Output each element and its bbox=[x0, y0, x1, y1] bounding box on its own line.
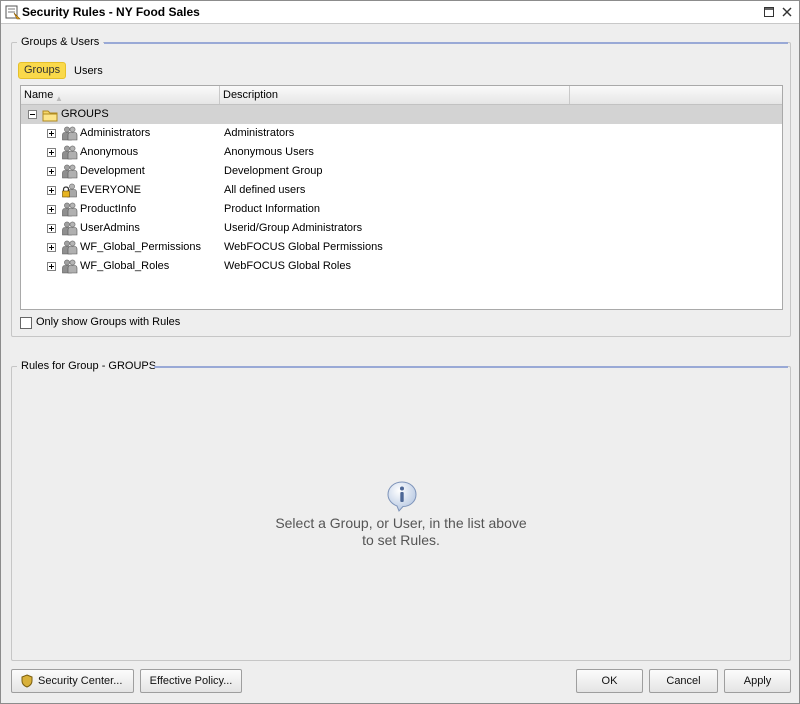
column-description-label: Description bbox=[223, 89, 279, 101]
expand-icon[interactable] bbox=[47, 224, 56, 233]
only-groups-with-rules-label: Only show Groups with Rules bbox=[36, 316, 181, 328]
info-icon bbox=[387, 481, 417, 512]
group-icon bbox=[61, 144, 78, 161]
tree-row-group[interactable]: Anonymous Anonymous Users bbox=[21, 143, 782, 162]
group-description: Administrators bbox=[224, 127, 295, 139]
column-header-extra[interactable] bbox=[570, 86, 781, 104]
effective-policy-button[interactable]: Effective Policy... bbox=[140, 669, 242, 693]
rules-panel: Rules for Group - GROUPS Select a Group,… bbox=[11, 359, 791, 661]
collapse-icon[interactable] bbox=[28, 110, 37, 119]
maximize-icon[interactable] bbox=[763, 6, 775, 18]
tree-row-group[interactable]: Development Development Group bbox=[21, 162, 782, 181]
expand-icon[interactable] bbox=[47, 129, 56, 138]
panel-header-line bbox=[154, 366, 788, 368]
expand-icon[interactable] bbox=[47, 243, 56, 252]
group-name: Anonymous bbox=[80, 146, 139, 158]
info-message-line-2: to set Rules. bbox=[362, 532, 440, 548]
group-description: Product Information bbox=[224, 203, 320, 215]
security-center-label: Security Center... bbox=[38, 675, 123, 687]
locked-group-icon bbox=[61, 182, 78, 199]
group-icon bbox=[61, 258, 78, 275]
group-description: Development Group bbox=[224, 165, 323, 177]
tree-row-group[interactable]: WF_Global_Permissions WebFOCUS Global Per… bbox=[21, 238, 782, 257]
groups-list: Name ▲ Description GROUPS Administrators… bbox=[20, 85, 783, 310]
tree-root-groups[interactable]: GROUPS bbox=[21, 105, 782, 124]
groups-users-title: Groups & Users bbox=[17, 35, 104, 49]
tab-groups[interactable]: Groups bbox=[18, 62, 67, 79]
panel-header-line bbox=[104, 42, 788, 44]
security-rules-window: Security Rules - NY Food Sales Groups & … bbox=[0, 0, 800, 704]
rules-panel-title: Rules for Group - GROUPS bbox=[17, 359, 161, 373]
group-name: WF_Global_Permissions bbox=[80, 241, 202, 253]
info-message: Select a Group, or User, in the list abo… bbox=[212, 515, 590, 549]
tree-row-group[interactable]: EVERYONE All defined users bbox=[21, 181, 782, 200]
group-description: All defined users bbox=[224, 184, 306, 196]
column-header-description[interactable]: Description bbox=[220, 86, 570, 104]
root-groups-label: GROUPS bbox=[61, 108, 109, 120]
group-name: ProductInfo bbox=[80, 203, 137, 215]
tree-row-group[interactable]: UserAdmins Userid/Group Administrators bbox=[21, 219, 782, 238]
security-rules-icon bbox=[5, 5, 21, 20]
group-icon bbox=[61, 220, 78, 237]
group-name: UserAdmins bbox=[80, 222, 140, 234]
tree-row-group[interactable]: Administrators Administrators bbox=[21, 124, 782, 143]
group-name: Administrators bbox=[80, 127, 151, 139]
group-name: EVERYONE bbox=[80, 184, 141, 196]
group-icon bbox=[61, 125, 78, 142]
group-icon bbox=[61, 201, 78, 218]
group-icon bbox=[61, 163, 78, 180]
window-title: Security Rules - NY Food Sales bbox=[22, 5, 200, 19]
tree-row-group[interactable]: WF_Global_Roles WebFOCUS Global Roles bbox=[21, 257, 782, 276]
expand-icon[interactable] bbox=[47, 167, 56, 176]
group-name: WF_Global_Roles bbox=[80, 260, 170, 272]
group-description: Userid/Group Administrators bbox=[224, 222, 363, 234]
ok-button[interactable]: OK bbox=[576, 669, 643, 693]
close-icon[interactable] bbox=[781, 6, 793, 18]
security-center-button[interactable]: Security Center... bbox=[11, 669, 134, 693]
group-description: WebFOCUS Global Permissions bbox=[224, 241, 383, 253]
apply-button[interactable]: Apply bbox=[724, 669, 791, 693]
expand-icon[interactable] bbox=[47, 148, 56, 157]
expand-icon[interactable] bbox=[47, 262, 56, 271]
expand-icon[interactable] bbox=[47, 186, 56, 195]
group-icon bbox=[61, 239, 78, 256]
column-name-label: Name bbox=[24, 89, 54, 101]
title-bar: Security Rules - NY Food Sales bbox=[1, 1, 799, 24]
column-header-name[interactable]: Name ▲ bbox=[21, 86, 220, 104]
expand-icon[interactable] bbox=[47, 205, 56, 214]
folder-icon bbox=[42, 110, 58, 122]
shield-icon bbox=[21, 674, 33, 688]
group-name: Development bbox=[80, 165, 145, 177]
cancel-button[interactable]: Cancel bbox=[649, 669, 718, 693]
tab-users[interactable]: Users bbox=[69, 64, 108, 79]
group-description: Anonymous Users bbox=[224, 146, 314, 158]
group-description: WebFOCUS Global Roles bbox=[224, 260, 351, 272]
list-header: Name ▲ Description bbox=[21, 86, 782, 105]
info-message-line-1: Select a Group, or User, in the list abo… bbox=[275, 515, 527, 531]
tree-row-group[interactable]: ProductInfo Product Information bbox=[21, 200, 782, 219]
groups-users-panel: Groups & Users Groups Users Name ▲ Descr… bbox=[11, 35, 791, 337]
only-groups-with-rules-checkbox[interactable] bbox=[20, 317, 32, 329]
